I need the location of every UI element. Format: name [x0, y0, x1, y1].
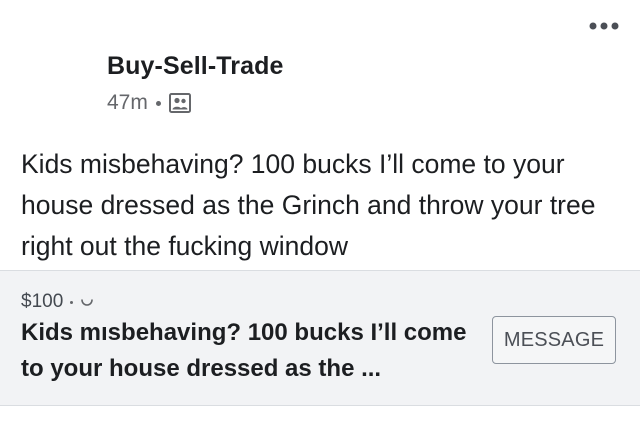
price-separator-dot	[70, 300, 74, 304]
post-body-text: Kids misbehaving? 100 bucks I’ll come to…	[21, 149, 596, 261]
more-options-button[interactable]	[582, 12, 626, 40]
group-members-icon[interactable]	[168, 93, 191, 113]
message-button[interactable]: MESSAGE	[492, 316, 616, 364]
post-timestamp[interactable]: 47m	[107, 91, 148, 115]
post-footer	[0, 406, 640, 434]
marketplace-listing-card[interactable]: $100 Kids mısbehaving? 100 bucks I’ll co…	[0, 270, 640, 406]
loading-icon	[80, 297, 94, 307]
post-meta: 47m	[107, 91, 191, 115]
more-options-icon	[589, 22, 619, 30]
listing-price: $100	[21, 291, 64, 312]
marketplace-post: Buy-Sell-Trade 47m Kids misbehaving? 100…	[0, 0, 640, 434]
meta-separator-dot	[155, 100, 161, 106]
group-name-link[interactable]: Buy-Sell-Trade	[107, 52, 283, 81]
listing-price-row: $100	[21, 291, 94, 313]
listing-title[interactable]: Kids mısbehaving? 100 bucks I’ll come to…	[21, 315, 471, 387]
